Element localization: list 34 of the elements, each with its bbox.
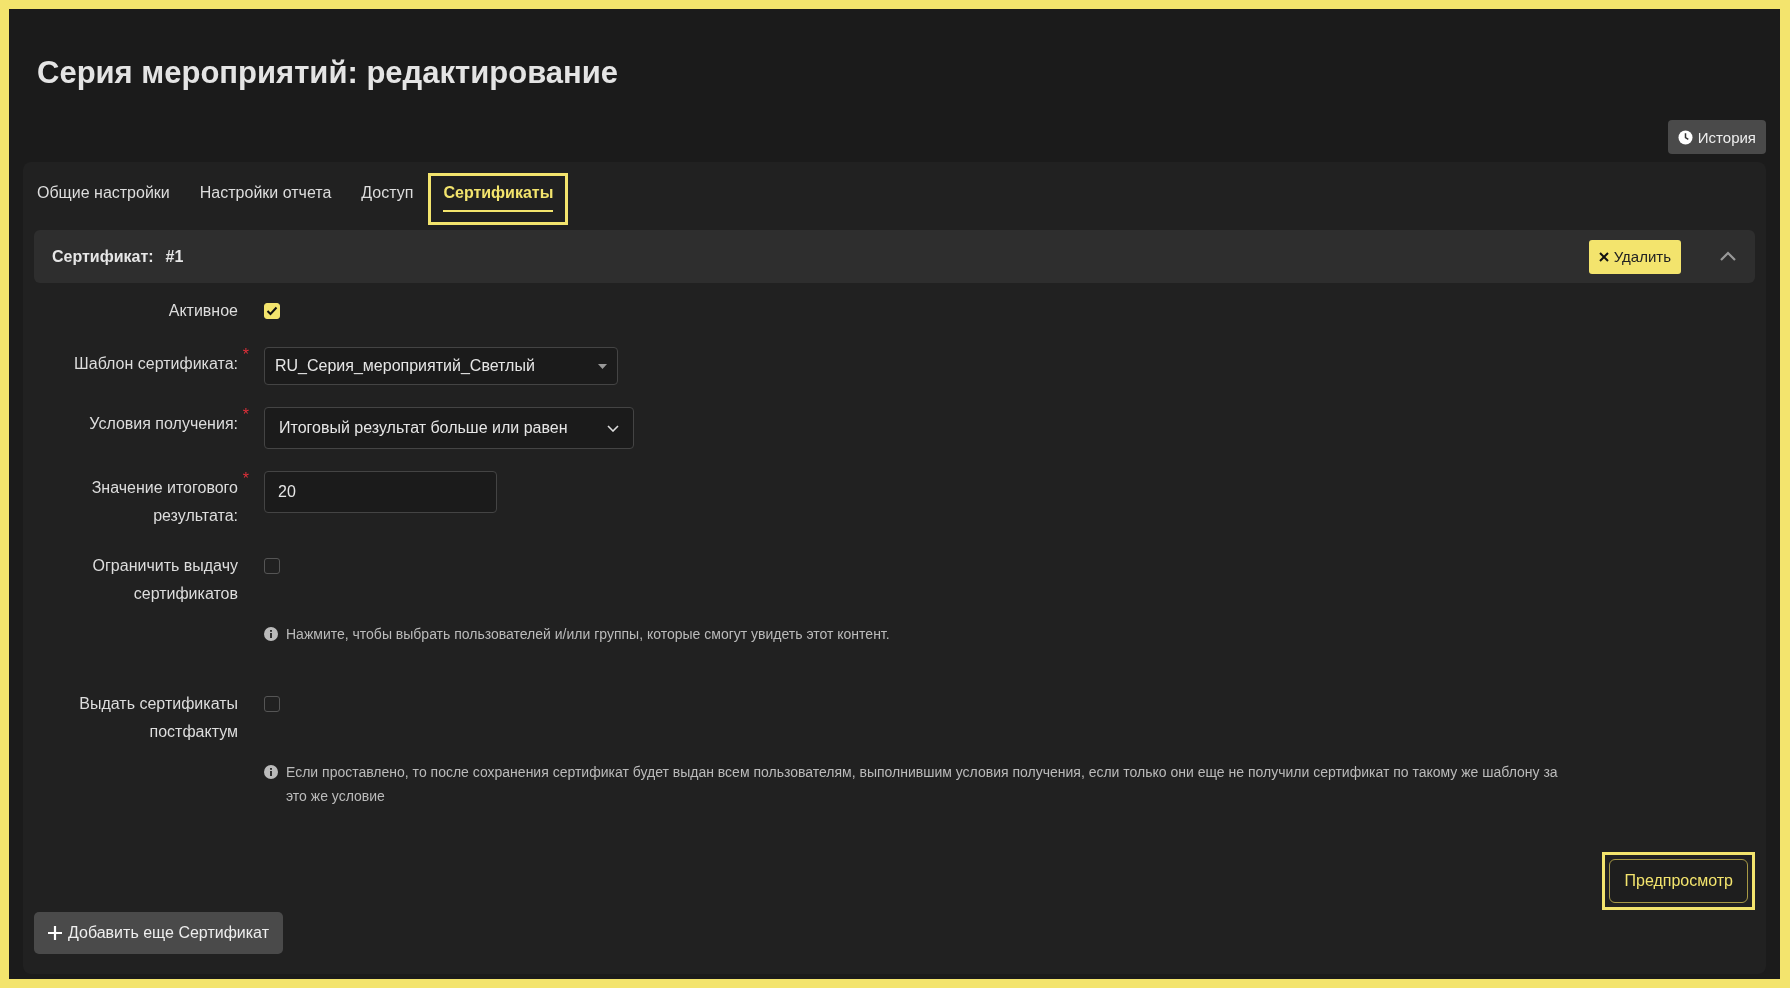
chevron-down-icon bbox=[607, 424, 619, 432]
hint-text: Нажмите, чтобы выбрать пользователей и/или группы, которые смогут увидеть этот контент. bbox=[286, 625, 890, 644]
field-label: Ограничить выдачу сертификатов bbox=[92, 557, 238, 602]
info-icon bbox=[264, 765, 278, 779]
close-icon bbox=[1598, 251, 1609, 262]
add-certificate-button[interactable]: Добавить еще Сертификат bbox=[34, 912, 283, 954]
history-button[interactable]: История bbox=[1667, 120, 1766, 154]
required-mark: * bbox=[242, 345, 249, 365]
page-title: Серия мероприятий: редактирование bbox=[37, 55, 620, 91]
preview-button[interactable]: Предпросмотр bbox=[1609, 859, 1748, 903]
info-icon bbox=[264, 627, 278, 641]
clock-icon bbox=[1677, 129, 1693, 145]
input-field[interactable]: 20 bbox=[264, 471, 497, 513]
field-label: Шаблон сертификата: bbox=[74, 355, 238, 372]
field-label: Условия получения: bbox=[89, 415, 238, 432]
required-mark: * bbox=[242, 469, 249, 489]
checkbox[interactable] bbox=[264, 558, 280, 574]
template-select[interactable]: RU_Серия_мероприятий_Светлый bbox=[264, 347, 618, 385]
field-label: Выдать сертификаты постфактум bbox=[79, 695, 238, 740]
tab[interactable]: Настройки отчета bbox=[199, 184, 332, 212]
hint-text: Если проставлено, то после сохранения сертификат будет выдан всем пользователям, выполнившим условия получения, если только они еще не получили сертификат по такому же шаблону за это же условие bbox=[286, 763, 1559, 806]
certificate-number: #1 bbox=[165, 247, 184, 266]
chevron-icon[interactable] bbox=[1719, 251, 1737, 262]
tab[interactable]: Доступ bbox=[361, 184, 414, 212]
field-label: Значение итогового результата: bbox=[91, 479, 238, 524]
checkbox[interactable] bbox=[264, 696, 280, 712]
field-label: Активное bbox=[168, 302, 238, 319]
condition-dropdown[interactable]: Итоговый результат больше или равен bbox=[264, 407, 634, 449]
caret-icon bbox=[598, 363, 607, 369]
tab[interactable]: Общие настройки bbox=[37, 184, 170, 212]
delete-button[interactable]: Удалить bbox=[1588, 239, 1681, 274]
certificate-title: Сертификат: bbox=[52, 247, 154, 266]
required-mark: * bbox=[242, 405, 249, 425]
plus-icon bbox=[48, 926, 62, 940]
